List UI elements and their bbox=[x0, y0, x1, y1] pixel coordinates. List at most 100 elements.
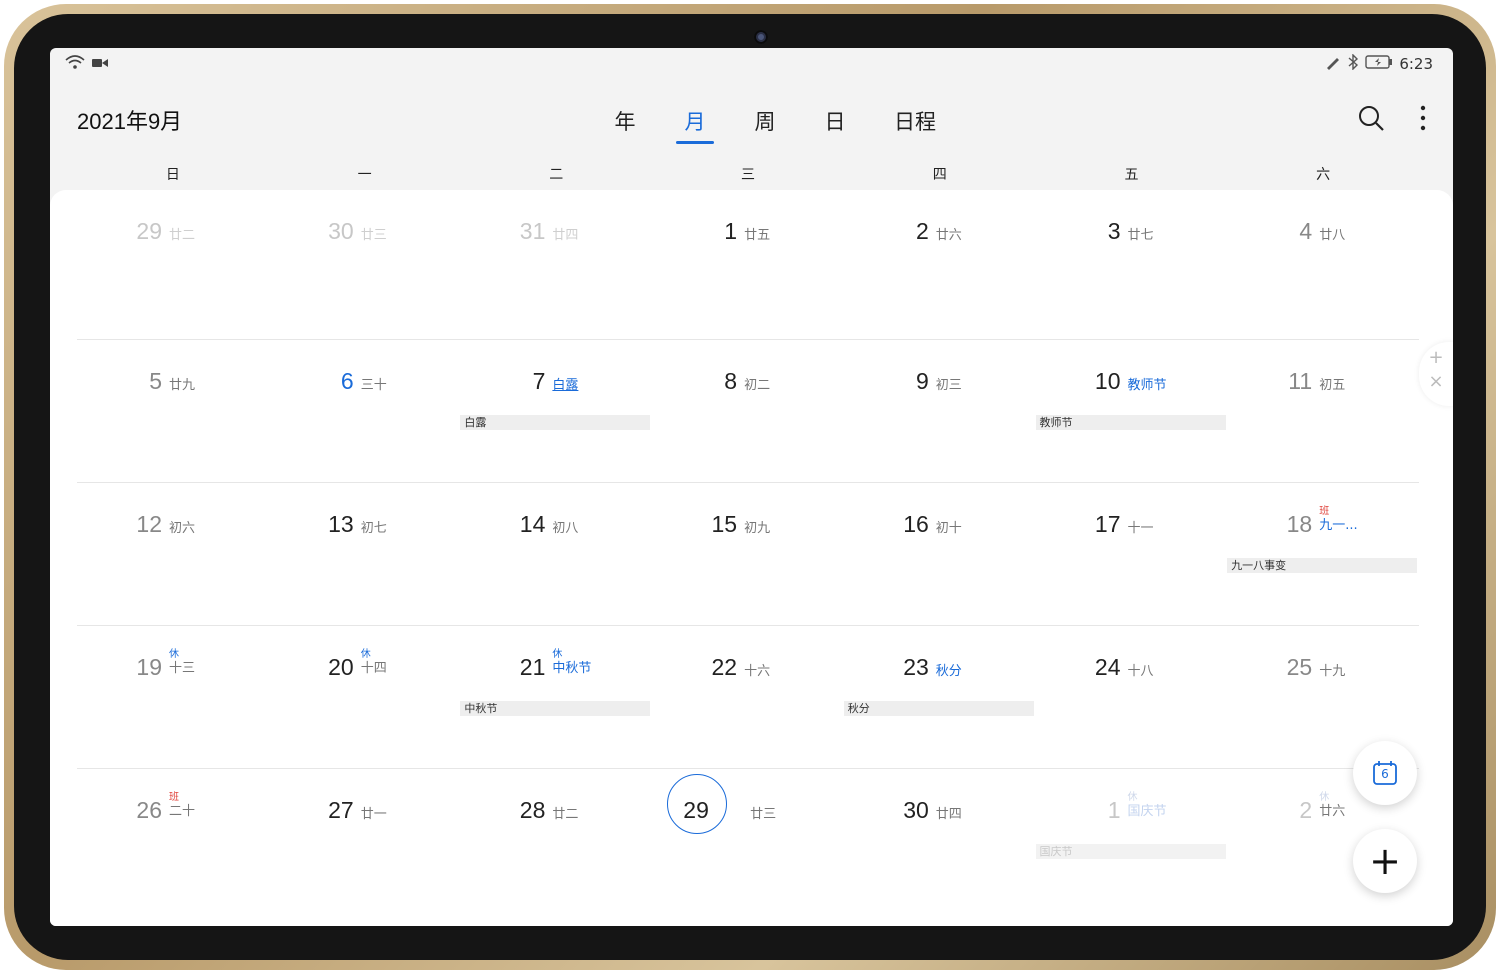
day-cell[interactable]: 7 白露 白露 bbox=[460, 340, 652, 483]
day-cell[interactable]: 30 廿四 bbox=[844, 769, 1036, 912]
lunar-text: 廿六 bbox=[1319, 804, 1346, 819]
day-number: 30 bbox=[903, 797, 929, 823]
day-number: 31 bbox=[519, 218, 546, 244]
lunar-date: 休 中秋节 bbox=[552, 648, 591, 676]
solar-term-label: 秋分 bbox=[935, 664, 962, 679]
day-cell[interactable]: 20 休 十四 bbox=[269, 626, 461, 769]
day-cell[interactable]: 6 三十 bbox=[269, 340, 461, 483]
day-cell[interactable]: 26 班 二十 bbox=[77, 769, 269, 912]
lunar-date: 廿三 bbox=[360, 228, 387, 243]
day-cell[interactable]: 21 休 中秋节 中秋节 bbox=[460, 626, 652, 769]
tab-week[interactable]: 周 bbox=[730, 102, 800, 146]
day-number: 14 bbox=[519, 511, 546, 537]
day-number: 29 bbox=[683, 797, 709, 823]
day-cell[interactable]: 11 初五 bbox=[1227, 340, 1419, 483]
solar-term-label[interactable]: 白露 bbox=[552, 374, 578, 393]
weekday-tue: 二 bbox=[549, 167, 564, 183]
weekday-wed: 三 bbox=[741, 167, 756, 183]
calendar-header: 2021年9月 年 月 周 日 日程 bbox=[50, 98, 1453, 148]
search-icon[interactable] bbox=[1357, 104, 1385, 136]
weekday-fri: 五 bbox=[1124, 167, 1139, 183]
lunar-date: 初二 bbox=[744, 378, 771, 393]
day-cell[interactable]: 29 廿二 bbox=[77, 190, 269, 333]
event-chip[interactable]: 九一八事变 bbox=[1227, 558, 1418, 573]
plus-icon: + bbox=[1369, 839, 1401, 883]
day-cell[interactable]: 18 班 九一... 九一八事变 bbox=[1227, 483, 1419, 626]
day-cell[interactable]: 3 廿七 bbox=[1036, 190, 1228, 333]
tab-month[interactable]: 月 bbox=[660, 102, 730, 146]
day-number: 8 bbox=[724, 368, 738, 394]
event-chip[interactable]: 国庆节 bbox=[1035, 844, 1226, 859]
day-cell[interactable]: 16 初十 bbox=[844, 483, 1036, 626]
event-chip[interactable]: 秋分 bbox=[843, 701, 1034, 716]
day-number: 18 bbox=[1286, 511, 1313, 537]
day-number: 17 bbox=[1094, 511, 1121, 537]
day-cell-today[interactable]: 29 廿三 bbox=[652, 769, 844, 912]
today-date-label: 6 bbox=[1381, 767, 1389, 781]
day-cell[interactable]: 22 十六 bbox=[652, 626, 844, 769]
day-number: 1 bbox=[724, 218, 738, 244]
add-event-button[interactable]: + bbox=[1353, 829, 1417, 893]
tab-day[interactable]: 日 bbox=[800, 102, 870, 146]
day-number: 7 bbox=[532, 368, 546, 394]
lunar-date: 休 十三 bbox=[169, 648, 195, 676]
go-to-today-button[interactable]: 6 bbox=[1353, 741, 1417, 805]
day-cell[interactable]: 9 初三 bbox=[844, 340, 1036, 483]
day-number: 22 bbox=[711, 654, 738, 680]
lunar-text: 十三 bbox=[169, 661, 196, 676]
lunar-date: 廿四 bbox=[552, 228, 579, 243]
lunar-date: 初三 bbox=[935, 378, 962, 393]
day-number: 29 bbox=[136, 218, 162, 244]
day-cell[interactable]: 30 廿三 bbox=[269, 190, 461, 333]
day-cell[interactable]: 4 廿八 bbox=[1227, 190, 1419, 333]
event-chip[interactable]: 教师节 bbox=[1035, 415, 1226, 430]
event-chip[interactable]: 中秋节 bbox=[460, 701, 651, 716]
weekday-header: 日 一 二 三 四 五 六 bbox=[77, 164, 1419, 184]
pen-icon bbox=[1325, 54, 1341, 74]
battery-icon bbox=[1365, 55, 1393, 73]
front-camera bbox=[754, 30, 768, 44]
weekday-sat: 六 bbox=[1316, 167, 1331, 183]
more-options-icon[interactable] bbox=[1419, 104, 1427, 136]
close-icon[interactable]: × bbox=[1419, 370, 1453, 394]
lunar-date: 廿三 bbox=[750, 807, 777, 822]
day-cell[interactable]: 31 廿四 bbox=[460, 190, 652, 333]
day-number: 2 bbox=[1299, 797, 1313, 823]
lunar-date: 初八 bbox=[552, 521, 579, 536]
lunar-date: 班 九一... bbox=[1319, 505, 1357, 533]
lunar-date: 十六 bbox=[744, 664, 771, 679]
lunar-date: 廿六 bbox=[935, 228, 962, 243]
day-cell[interactable]: 13 初七 bbox=[269, 483, 461, 626]
day-cell[interactable]: 12 初六 bbox=[77, 483, 269, 626]
lunar-date: 廿二 bbox=[552, 807, 579, 822]
festival-label: 中秋节 bbox=[552, 661, 592, 676]
day-number: 27 bbox=[328, 797, 354, 823]
day-cell[interactable]: 23 秋分 秋分 bbox=[843, 626, 1036, 769]
lunar-date: 廿八 bbox=[1319, 228, 1346, 243]
tab-year[interactable]: 年 bbox=[590, 102, 660, 146]
day-number: 19 bbox=[136, 654, 162, 680]
day-cell[interactable]: 17 十一 bbox=[1036, 483, 1228, 626]
day-cell[interactable]: 1 廿五 bbox=[652, 190, 844, 333]
tab-schedule[interactable]: 日程 bbox=[870, 102, 960, 146]
lunar-date: 廿四 bbox=[935, 807, 962, 822]
clock-text: 6:23 bbox=[1399, 55, 1433, 73]
bluetooth-icon bbox=[1347, 53, 1359, 74]
day-number: 16 bbox=[903, 511, 929, 537]
day-cell[interactable]: 27 廿一 bbox=[269, 769, 461, 912]
lunar-date: 初六 bbox=[169, 521, 196, 536]
day-cell[interactable]: 14 初八 bbox=[460, 483, 652, 626]
plus-icon[interactable]: + bbox=[1419, 346, 1453, 370]
holiday-tag: 休 bbox=[360, 649, 371, 660]
holiday-tag: 休 bbox=[1319, 792, 1330, 803]
event-chip[interactable]: 白露 bbox=[460, 415, 651, 430]
day-cell[interactable]: 24 十八 bbox=[1036, 626, 1228, 769]
day-cell[interactable]: 15 初九 bbox=[652, 483, 844, 626]
day-cell[interactable]: 19 休 十三 bbox=[77, 626, 269, 769]
day-cell[interactable]: 8 初二 bbox=[652, 340, 844, 483]
day-cell[interactable]: 28 廿二 bbox=[460, 769, 652, 912]
day-cell[interactable]: 2 廿六 bbox=[844, 190, 1036, 333]
day-cell[interactable]: 10 教师节 教师节 bbox=[1035, 340, 1228, 483]
day-cell[interactable]: 1 休 国庆节 国庆节 bbox=[1035, 769, 1228, 912]
day-cell[interactable]: 5 廿九 bbox=[77, 340, 269, 483]
